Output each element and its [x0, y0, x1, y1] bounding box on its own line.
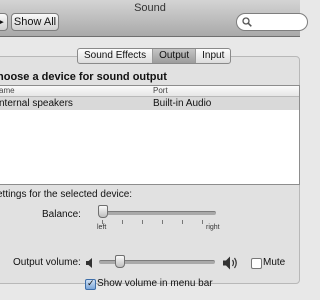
column-header-port[interactable]: Port	[153, 85, 168, 96]
search-input[interactable]	[236, 13, 308, 31]
balance-tick	[182, 220, 183, 224]
tab-output[interactable]: Output	[153, 49, 197, 63]
volume-slider-thumb[interactable]	[114, 255, 125, 268]
device-list-heading: hoose a device for sound output	[0, 71, 167, 83]
device-row-selected[interactable]: nternal speakers Built-in Audio	[0, 97, 299, 110]
device-name: nternal speakers	[0, 98, 73, 109]
mute-label: Mute	[263, 257, 286, 268]
show-all-button[interactable]: Show All	[11, 13, 59, 31]
preferences-pane: Sound Effects Output Input hoose a devic…	[0, 37, 300, 300]
balance-slider-thumb[interactable]	[98, 205, 108, 218]
output-volume-label: Output volume:	[13, 257, 81, 268]
show-volume-menu-label: Show volume in menu bar	[97, 278, 213, 289]
speaker-low-icon	[86, 258, 92, 268]
column-header-name[interactable]: ame	[0, 85, 15, 96]
show-volume-menu-checkbox[interactable]: ✓	[85, 278, 96, 290]
balance-track	[98, 211, 216, 215]
balance-tick	[162, 220, 163, 224]
speaker-high-icon[interactable]	[222, 255, 240, 271]
tab-sound-effects[interactable]: Sound Effects	[78, 49, 154, 63]
back-button[interactable]: ▸	[0, 13, 8, 31]
tab-input[interactable]: Input	[196, 49, 230, 63]
balance-tick	[202, 220, 203, 224]
balance-tick	[142, 220, 143, 224]
mute-checkbox[interactable]	[251, 258, 262, 269]
window-titlebar: Sound ▸ Show All	[0, 0, 308, 37]
device-list[interactable]: ame Port nternal speakers Built-in Audio	[0, 85, 300, 185]
search-icon	[242, 17, 252, 27]
balance-label: Balance:	[42, 209, 81, 220]
checkmark-icon: ✓	[87, 278, 95, 288]
device-port: Built-in Audio	[153, 98, 212, 109]
balance-tick	[122, 220, 123, 224]
balance-left-label: left	[97, 224, 107, 231]
device-list-header: ame Port	[0, 86, 299, 97]
device-settings-heading: ettings for the selected device:	[0, 189, 133, 200]
balance-right-label: right	[206, 224, 220, 231]
tab-bar: Sound Effects Output Input	[77, 48, 232, 64]
